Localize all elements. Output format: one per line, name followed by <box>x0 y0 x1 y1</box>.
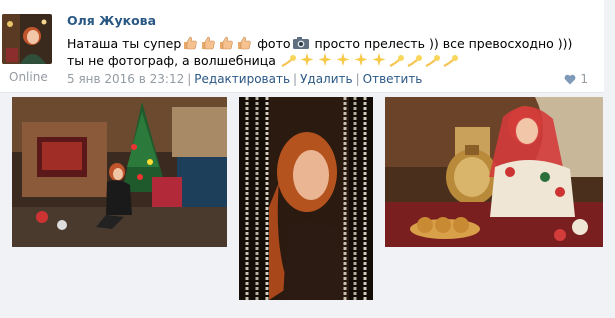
comment-text: Наташа ты супер фото просто прелесть )) … <box>67 35 587 69</box>
thumbs-up-icon <box>202 36 216 50</box>
comet-icon <box>425 55 440 67</box>
delete-link[interactable]: Удалить <box>300 72 353 86</box>
camera-icon <box>292 37 309 49</box>
comet-icon <box>281 55 296 67</box>
sparkles-icon <box>318 53 332 66</box>
sparkles-icon <box>354 53 368 66</box>
like-button[interactable]: 1 <box>564 72 588 86</box>
comet-icon <box>389 55 404 67</box>
comment-text-part1: Наташа ты супер <box>67 36 182 51</box>
thumbs-up-icon <box>184 36 198 50</box>
comment-card: Online Оля Жукова Наташа ты супер фото п… <box>0 0 604 93</box>
sparkles-icon <box>336 53 350 66</box>
thumbs-up-icon <box>238 36 252 50</box>
comment-date[interactable]: 5 янв 2016 в 23:12 <box>67 72 184 86</box>
comment-text-part2: фото <box>257 36 291 51</box>
heart-icon[interactable] <box>564 74 576 85</box>
comment-meta: 5 янв 2016 в 23:12 | Редактировать | Удалить… <box>67 72 422 86</box>
online-status: Online <box>9 70 48 84</box>
meta-separator: | <box>187 72 192 86</box>
meta-separator: | <box>355 72 360 86</box>
attached-photo[interactable] <box>12 97 227 247</box>
sparkle-emoji-row <box>280 53 460 68</box>
reply-link[interactable]: Ответить <box>363 72 423 86</box>
avatar-wrap[interactable] <box>2 14 52 64</box>
like-count: 1 <box>580 72 588 86</box>
edit-link[interactable]: Редактировать <box>194 72 290 86</box>
thumbs-up-icons <box>181 36 253 51</box>
comet-icon <box>443 55 458 67</box>
attached-photo[interactable] <box>239 97 373 300</box>
avatar[interactable] <box>2 14 52 64</box>
author-name-link[interactable]: Оля Жукова <box>67 13 156 28</box>
attached-photo[interactable] <box>385 97 603 247</box>
thumbs-up-icon <box>220 36 234 50</box>
sparkles-icon <box>372 53 386 66</box>
meta-separator: | <box>293 72 298 86</box>
comet-icon <box>407 55 422 67</box>
sparkles-icon <box>300 53 314 66</box>
